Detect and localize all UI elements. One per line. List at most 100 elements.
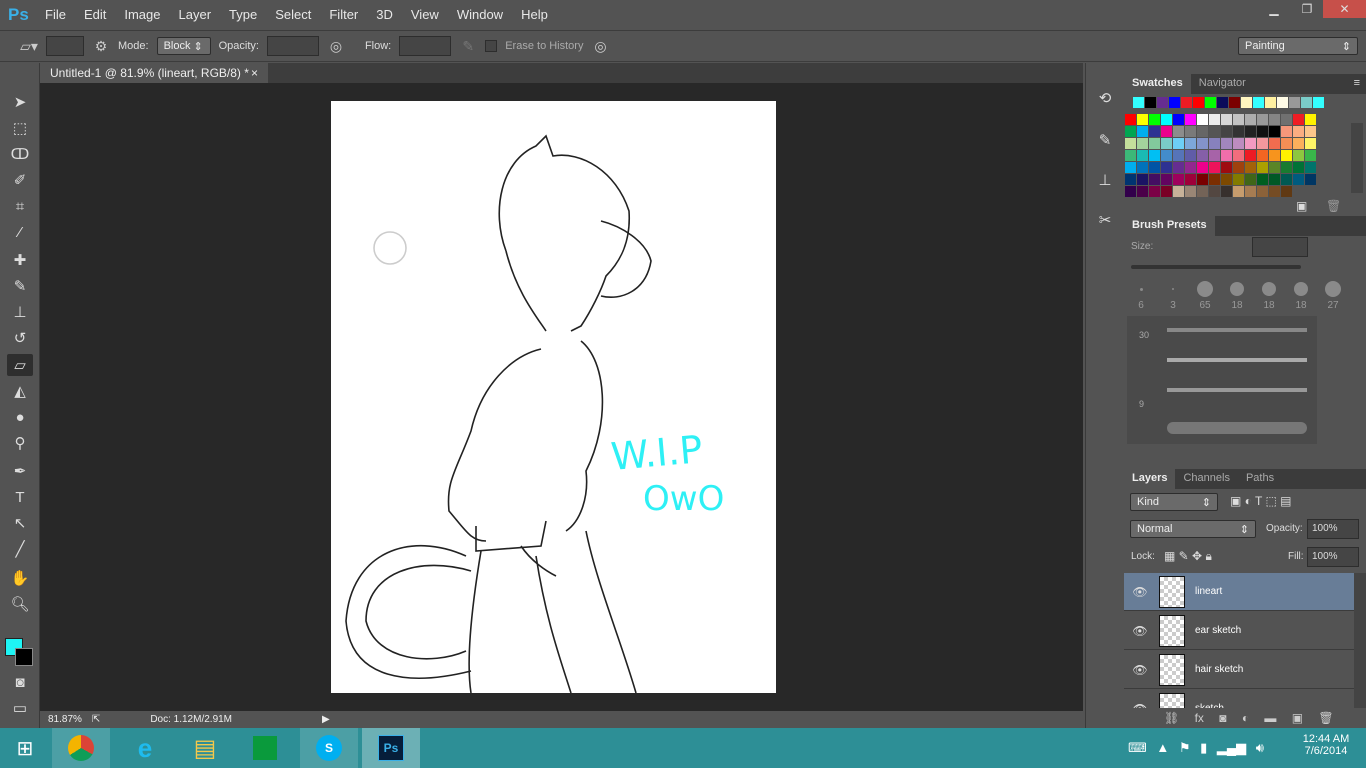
swatch[interactable] (1269, 186, 1280, 197)
swatch[interactable] (1245, 138, 1256, 149)
document-canvas[interactable]: W.I.P OwO (331, 101, 776, 694)
swatch[interactable] (1293, 114, 1304, 125)
photoshop-taskbar-icon[interactable]: Ps (362, 728, 420, 768)
swatch[interactable] (1173, 162, 1184, 173)
blend-mode-select[interactable]: Normal ⇕ (1130, 520, 1256, 538)
new-swatch-icon[interactable]: ▣ (1296, 199, 1307, 213)
swatches-scrollbar[interactable] (1351, 123, 1363, 193)
swatch[interactable] (1233, 114, 1244, 125)
eraser-tool-icon[interactable]: ▱ (7, 354, 33, 376)
swatch[interactable] (1149, 186, 1160, 197)
swatch[interactable] (1125, 162, 1136, 173)
tab-channels[interactable]: Channels (1175, 469, 1237, 489)
menu-help[interactable]: Help (512, 7, 557, 22)
swatch[interactable] (1209, 162, 1220, 173)
size-slider[interactable] (1131, 265, 1301, 269)
swatch[interactable] (1209, 126, 1220, 137)
swatch[interactable] (1197, 174, 1208, 185)
swatch[interactable] (1245, 114, 1256, 125)
swatch[interactable] (1125, 150, 1136, 161)
swatch[interactable] (1281, 126, 1292, 137)
blur-tool-icon[interactable]: ● (7, 406, 33, 428)
clock[interactable]: 12:44 AM 7/6/2014 (1296, 733, 1356, 757)
status-menu-arrow-icon[interactable]: ▶ (322, 714, 330, 725)
swatch[interactable] (1173, 114, 1184, 125)
swatch[interactable] (1277, 97, 1288, 108)
swatch[interactable] (1305, 174, 1316, 185)
brush-panel-toggle-icon[interactable]: ⚙ (92, 37, 110, 55)
brush-tool-icon[interactable]: ✎ (7, 275, 33, 297)
swatch[interactable] (1289, 97, 1300, 108)
swatch[interactable] (1125, 114, 1136, 125)
screen-mode-icon[interactable]: ▭ (7, 697, 33, 719)
menu-view[interactable]: View (402, 7, 448, 22)
tab-layers[interactable]: Layers (1124, 469, 1176, 489)
swatch[interactable] (1197, 162, 1208, 173)
swatch[interactable] (1245, 126, 1256, 137)
swatch[interactable] (1137, 162, 1148, 173)
brush-tip[interactable] (1139, 287, 1143, 291)
swatch[interactable] (1145, 97, 1156, 108)
menu-select[interactable]: Select (266, 7, 320, 22)
swatch[interactable] (1229, 97, 1240, 108)
pressure-size-icon[interactable]: ◎ (591, 37, 609, 55)
swatch[interactable] (1313, 97, 1324, 108)
brush-tip[interactable] (1262, 282, 1276, 296)
swatch[interactable] (1185, 126, 1196, 137)
swatch[interactable] (1221, 186, 1232, 197)
system-tray-icons[interactable]: ⌨ ▲ ⚑ ▮ ▂▄▆ 🔊︎ (1128, 740, 1264, 756)
canvas-workspace[interactable]: W.I.P OwO (40, 83, 1083, 711)
delete-swatch-icon[interactable]: 🗑︎ (1326, 199, 1341, 213)
menu-3d[interactable]: 3D (367, 7, 402, 22)
swatch[interactable] (1233, 150, 1244, 161)
layer-row[interactable]: 👁︎ hair sketch (1124, 651, 1354, 689)
swatch[interactable] (1173, 186, 1184, 197)
visibility-eye-icon[interactable]: 👁︎ (1124, 663, 1156, 677)
airbrush-icon[interactable]: ✎ (459, 37, 477, 55)
clone-stamp-icon[interactable]: ⊥ (7, 301, 33, 323)
swatch[interactable] (1137, 114, 1148, 125)
swatch[interactable] (1185, 150, 1196, 161)
history-brush-icon[interactable]: ↺ (7, 327, 33, 349)
swatch[interactable] (1161, 114, 1172, 125)
swatch[interactable] (1233, 174, 1244, 185)
path-select-icon[interactable]: ↖ (7, 512, 33, 534)
brush-tip[interactable] (1197, 281, 1213, 297)
swatch[interactable] (1233, 126, 1244, 137)
swatch[interactable] (1173, 174, 1184, 185)
swatch[interactable] (1149, 162, 1160, 173)
swatch[interactable] (1281, 150, 1292, 161)
restore-button[interactable]: ❐ (1290, 0, 1324, 18)
swatch[interactable] (1197, 138, 1208, 149)
swatch[interactable] (1269, 114, 1280, 125)
menu-file[interactable]: File (36, 7, 75, 22)
zoom-level[interactable]: 81.87% (48, 714, 82, 725)
swatch[interactable] (1257, 150, 1268, 161)
type-tool-icon[interactable]: T (7, 486, 33, 508)
menu-window[interactable]: Window (448, 7, 512, 22)
swatch[interactable] (1245, 150, 1256, 161)
pressure-opacity-icon[interactable]: ◎ (327, 37, 345, 55)
brush-tip[interactable] (1294, 282, 1308, 296)
status-export-icon[interactable]: ⇱ (92, 714, 100, 725)
swatch[interactable] (1293, 126, 1304, 137)
tool-presets-icon[interactable]: ✂ (1092, 209, 1118, 231)
swatch[interactable] (1245, 174, 1256, 185)
swatch[interactable] (1161, 174, 1172, 185)
swatch[interactable] (1245, 162, 1256, 173)
history-panel-icon[interactable]: ⟲ (1092, 87, 1118, 109)
marquee-tool-icon[interactable]: ⬚ (7, 117, 33, 139)
swatch[interactable] (1137, 138, 1148, 149)
swatch[interactable] (1305, 162, 1316, 173)
swatch[interactable] (1185, 138, 1196, 149)
swatch[interactable] (1305, 150, 1316, 161)
lasso-tool-icon[interactable]: ↀ (7, 143, 33, 165)
swatch[interactable] (1133, 97, 1144, 108)
workspace-select[interactable]: Painting ⇕ (1238, 37, 1358, 55)
swatch[interactable] (1149, 114, 1160, 125)
minimize-button[interactable]: ▁ (1257, 0, 1291, 18)
swatch[interactable] (1193, 97, 1204, 108)
start-button[interactable]: ⊞ (0, 728, 50, 768)
swatch[interactable] (1209, 114, 1220, 125)
swatch[interactable] (1157, 97, 1168, 108)
